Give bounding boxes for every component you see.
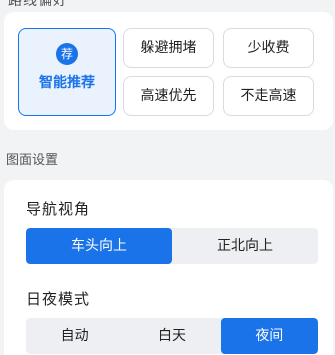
nav-view-north-up[interactable]: 正北向上: [172, 228, 318, 264]
smart-recommend-label: 智能推荐: [39, 75, 95, 91]
avoid-highway-option[interactable]: 不走高速: [223, 76, 314, 116]
recommend-badge: 荐: [56, 43, 78, 65]
nav-view-heading-up[interactable]: 车头向上: [26, 228, 172, 264]
display-settings-section-label: 图面设置: [6, 153, 59, 168]
route-preference-title: 路线偏好: [8, 0, 68, 9]
nav-view-segmented-control: 车头向上 正北向上: [26, 228, 318, 264]
route-preference-card: 荐 智能推荐 躲避拥堵 少收费 高速优先 不走高速: [4, 12, 333, 130]
smart-recommend-option[interactable]: 荐 智能推荐: [18, 28, 116, 116]
less-toll-option[interactable]: 少收费: [223, 28, 314, 68]
day-night-mode-title: 日夜模式: [26, 290, 91, 308]
display-settings-card: 导航视角 车头向上 正北向上 日夜模式 自动 白天 夜间: [4, 180, 333, 355]
nav-view-title: 导航视角: [26, 200, 91, 218]
highway-first-option[interactable]: 高速优先: [123, 76, 214, 116]
avoid-congestion-option[interactable]: 躲避拥堵: [123, 28, 214, 68]
